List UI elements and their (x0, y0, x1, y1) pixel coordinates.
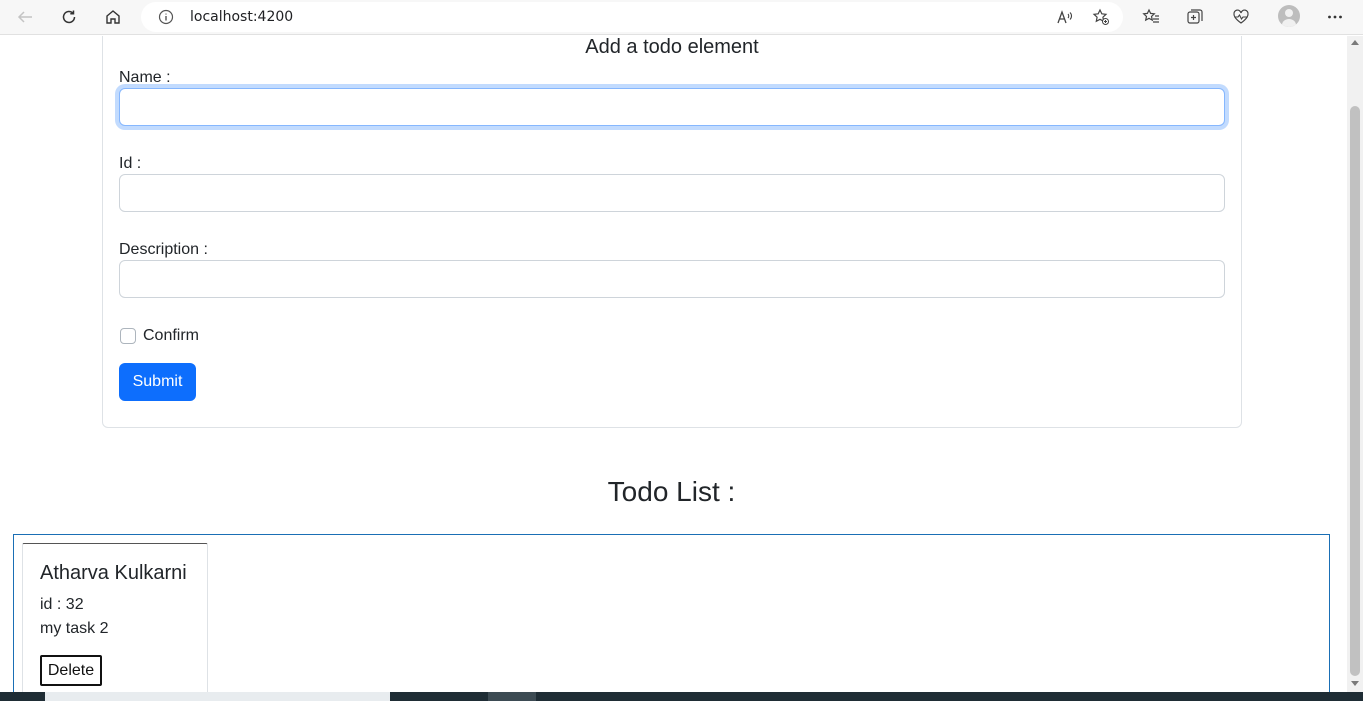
home-icon (106, 10, 120, 24)
info-icon[interactable] (158, 9, 174, 25)
add-favorite-button[interactable] (1086, 3, 1116, 31)
refresh-button[interactable] (54, 3, 84, 31)
more-options-icon (1328, 15, 1342, 19)
todo-list-container: Atharva Kulkarni id : 32 my task 2 Delet… (13, 534, 1330, 692)
form-title: Add a todo element (585, 36, 759, 58)
favorites-icon (1142, 8, 1159, 23)
scrollbar-thumb[interactable] (1350, 106, 1360, 676)
confirm-label[interactable]: Confirm (143, 327, 199, 345)
read-aloud-button[interactable] (1050, 3, 1080, 31)
todo-list-title: Todo List : (607, 476, 736, 507)
browser-toolbar: localhost:4200 (0, 0, 1363, 35)
read-aloud-icon (1057, 10, 1073, 24)
refresh-icon (62, 10, 76, 24)
taskbar-active-app[interactable] (488, 692, 536, 701)
todo-name: Atharva Kulkarni (40, 562, 187, 584)
confirm-checkbox[interactable] (120, 328, 136, 344)
star-add-icon (1092, 8, 1109, 25)
collections-icon (1187, 9, 1203, 24)
back-button[interactable] (10, 3, 40, 31)
settings-menu-button[interactable] (1320, 3, 1350, 31)
description-label: Description : (119, 241, 208, 258)
name-input[interactable] (119, 88, 1225, 126)
taskbar-search-area[interactable] (45, 692, 390, 701)
favorites-button[interactable] (1136, 3, 1166, 31)
address-bar[interactable]: localhost:4200 (141, 2, 1123, 32)
description-input[interactable] (119, 260, 1225, 298)
home-button[interactable] (98, 3, 128, 31)
page-viewport: Add a todo element Name : Id : Descripti… (0, 36, 1347, 692)
back-arrow-icon (17, 11, 32, 23)
collections-button[interactable] (1180, 3, 1210, 31)
heartbeat-icon (1233, 9, 1249, 24)
id-label: Id : (119, 155, 142, 172)
id-input[interactable] (119, 174, 1225, 212)
todo-id: id : 32 (40, 596, 84, 613)
vertical-scrollbar[interactable] (1347, 36, 1363, 692)
os-taskbar (0, 692, 1363, 701)
url-text[interactable]: localhost:4200 (190, 9, 293, 25)
delete-button[interactable]: Delete (40, 655, 102, 686)
add-todo-form: Add a todo element Name : Id : Descripti… (102, 36, 1242, 428)
submit-button[interactable]: Submit (119, 363, 196, 401)
scroll-down-arrow-icon[interactable] (1351, 681, 1359, 686)
browser-essentials-button[interactable] (1226, 3, 1256, 31)
name-label: Name : (119, 69, 171, 86)
todo-card: Atharva Kulkarni id : 32 my task 2 Delet… (22, 543, 208, 692)
scroll-up-arrow-icon[interactable] (1351, 40, 1359, 45)
profile-avatar[interactable] (1278, 5, 1300, 27)
todo-description: my task 2 (40, 620, 109, 637)
